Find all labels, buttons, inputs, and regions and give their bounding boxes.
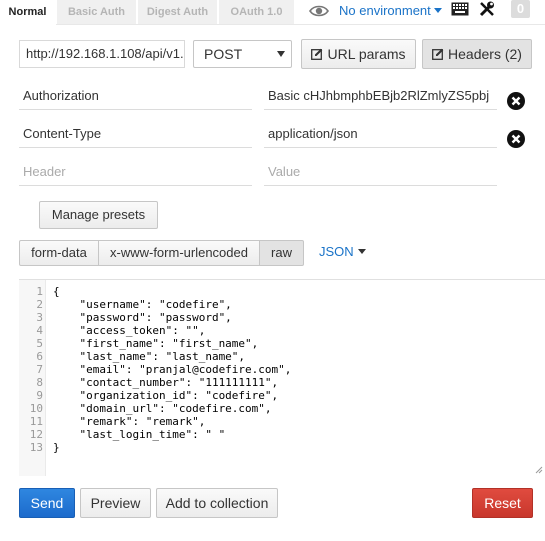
code-line: {: [53, 285, 60, 298]
header-value-authorization[interactable]: Basic cHJhbmphbEBjb2RlZmlyZS5pbj: [264, 82, 497, 110]
code-line: "domain_url": "codefire.com",: [53, 402, 272, 415]
chevron-down-icon: [433, 8, 442, 13]
new-header-value-input[interactable]: Value: [264, 158, 497, 186]
headers-button[interactable]: Headers (2): [422, 39, 532, 69]
tab-digest-auth[interactable]: Digest Auth: [138, 0, 218, 24]
body-mode-raw[interactable]: raw: [259, 240, 304, 266]
code-line: "organization_id": "codefire",: [53, 389, 279, 402]
line-number: 5: [36, 337, 43, 350]
line-number: 3: [36, 311, 43, 324]
line-number: 1: [36, 285, 43, 298]
raw-format-label: JSON: [319, 244, 354, 259]
preview-button[interactable]: Preview: [80, 488, 151, 518]
line-number: 8: [36, 376, 43, 389]
header-key-authorization[interactable]: Authorization: [19, 82, 252, 110]
code-line: "username": "codefire",: [53, 298, 232, 311]
edit-icon: [311, 48, 323, 60]
body-mode-form-data[interactable]: form-data: [19, 240, 99, 266]
tab-basic-auth[interactable]: Basic Auth: [57, 0, 137, 24]
raw-format-select[interactable]: JSON: [319, 244, 366, 259]
chevron-down-icon: [277, 51, 285, 57]
line-number: 10: [29, 402, 43, 415]
url-params-label: URL params: [327, 46, 406, 62]
delete-header-icon[interactable]: [506, 91, 526, 111]
eye-icon[interactable]: [309, 3, 329, 19]
line-number: 2: [36, 298, 43, 311]
edit-icon: [432, 48, 444, 60]
tools-icon[interactable]: [478, 0, 496, 18]
resize-handle-icon[interactable]: [535, 466, 543, 474]
manage-presets-button[interactable]: Manage presets: [39, 201, 158, 229]
code-line: "first_name": "first_name",: [53, 337, 259, 350]
send-button[interactable]: Send: [19, 488, 75, 518]
code-line: "last_login_time": " ": [53, 428, 226, 441]
url-input[interactable]: http://192.168.1.108/api/v1.: [19, 40, 185, 68]
line-number: 9: [36, 389, 43, 402]
auth-tab-bar: Normal Basic Auth Digest Auth OAuth 1.0 …: [0, 0, 545, 25]
line-number: 11: [29, 415, 43, 428]
headers-label: Headers (2): [448, 46, 522, 62]
code-line: "password": "password",: [53, 311, 232, 324]
new-header-key-input[interactable]: Header: [19, 158, 252, 186]
code-line: "contact_number": "111111111",: [53, 376, 279, 389]
environment-label: No environment: [339, 3, 431, 18]
raw-body-editor[interactable]: 1 2 3 4 5 6 7 8 9 10 11 12 13 { "username": "codefir…: [19, 279, 545, 476]
tab-normal[interactable]: Normal: [0, 0, 56, 24]
notification-badge[interactable]: 0: [511, 0, 530, 18]
add-to-collection-button[interactable]: Add to collection: [156, 488, 278, 518]
body-mode-urlencoded[interactable]: x-www-form-urlencoded: [98, 240, 260, 266]
chevron-down-icon: [357, 249, 366, 254]
line-number: 6: [36, 350, 43, 363]
line-number: 7: [36, 363, 43, 376]
code-line: "remark": "remark",: [53, 415, 206, 428]
tab-oauth[interactable]: OAuth 1.0: [219, 0, 295, 24]
code-line: "access_token": "",: [53, 324, 206, 337]
delete-header-icon[interactable]: [506, 129, 526, 149]
header-value-content-type[interactable]: application/json: [264, 120, 497, 148]
method-label: POST: [204, 46, 243, 62]
tab-divider: [56, 24, 545, 25]
line-number: 4: [36, 324, 43, 337]
header-key-content-type[interactable]: Content-Type: [19, 120, 252, 148]
reset-button[interactable]: Reset: [472, 488, 533, 518]
environment-selector[interactable]: No environment: [339, 3, 442, 18]
code-line: "last_name": "last_name",: [53, 350, 246, 363]
code-line: }: [53, 441, 60, 454]
line-number: 13: [29, 441, 43, 454]
keyboard-icon[interactable]: [451, 2, 469, 16]
url-params-button[interactable]: URL params: [301, 39, 416, 69]
line-number: 12: [29, 428, 43, 441]
code-line: "email": "pranjal@codefire.com",: [53, 363, 292, 376]
method-select[interactable]: POST: [193, 40, 292, 68]
